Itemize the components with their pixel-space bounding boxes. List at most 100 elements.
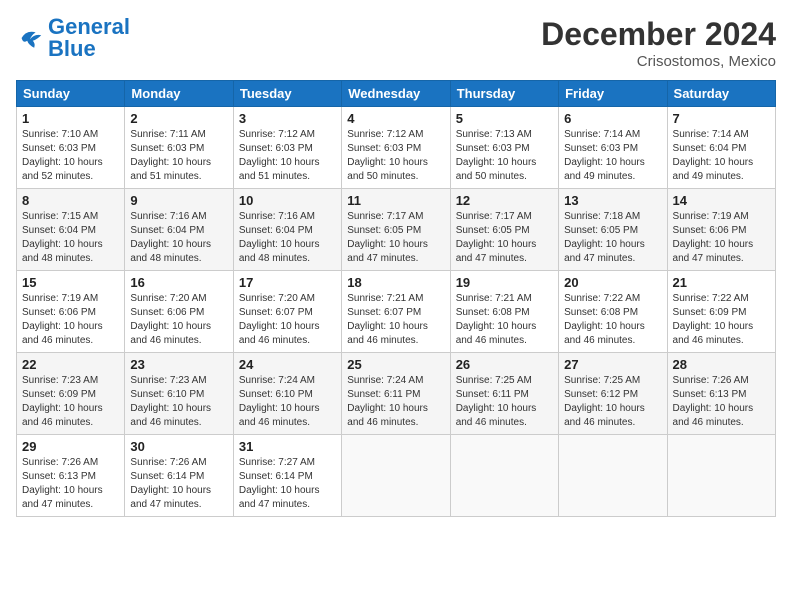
day-info: Sunrise: 7:16 AM Sunset: 6:04 PM Dayligh…: [239, 210, 336, 266]
day-info: Sunrise: 7:14 AM Sunset: 6:03 PM Dayligh…: [564, 128, 661, 184]
day-number: 4: [347, 111, 444, 126]
calendar-week-3: 15Sunrise: 7:19 AM Sunset: 6:06 PM Dayli…: [17, 271, 776, 353]
calendar-cell: 9 Sunrise: 7:16 AM Sunset: 6:04 PM Daylig…: [125, 189, 233, 271]
day-number: 14: [673, 193, 770, 208]
calendar-cell: 15Sunrise: 7:19 AM Sunset: 6:06 PM Dayli…: [17, 271, 125, 353]
calendar-cell: 21 Sunrise: 7:22 AM Sunset: 6:09 PM Dayli…: [667, 271, 775, 353]
header: GeneralBlue December 2024 Crisostomos, M…: [16, 16, 776, 70]
calendar-cell: 22Sunrise: 7:23 AM Sunset: 6:09 PM Dayli…: [17, 353, 125, 435]
calendar-cell: 10 Sunrise: 7:16 AM Sunset: 6:04 PM Dayli…: [233, 189, 341, 271]
weekday-header-thursday: Thursday: [450, 81, 558, 107]
day-number: 31: [239, 439, 336, 454]
weekday-header-tuesday: Tuesday: [233, 81, 341, 107]
calendar-cell: 20 Sunrise: 7:22 AM Sunset: 6:08 PM Dayli…: [559, 271, 667, 353]
calendar-cell: 8 Sunrise: 7:15 AM Sunset: 6:04 PM Daylig…: [17, 189, 125, 271]
calendar-week-2: 8 Sunrise: 7:15 AM Sunset: 6:04 PM Daylig…: [17, 189, 776, 271]
day-info: Sunrise: 7:25 AM Sunset: 6:11 PM Dayligh…: [456, 374, 553, 430]
calendar-week-5: 29 Sunrise: 7:26 AM Sunset: 6:13 PM Dayli…: [17, 435, 776, 517]
calendar-cell: 2 Sunrise: 7:11 AM Sunset: 6:03 PM Daylig…: [125, 107, 233, 189]
calendar-cell: 25 Sunrise: 7:24 AM Sunset: 6:11 PM Dayli…: [342, 353, 450, 435]
day-info: Sunrise: 7:22 AM Sunset: 6:09 PM Dayligh…: [673, 292, 770, 348]
title-block: December 2024 Crisostomos, Mexico: [541, 16, 776, 70]
calendar-cell: [667, 435, 775, 517]
calendar-table: SundayMondayTuesdayWednesdayThursdayFrid…: [16, 80, 776, 517]
weekday-header-wednesday: Wednesday: [342, 81, 450, 107]
day-number: 20: [564, 275, 661, 290]
day-info: Sunrise: 7:21 AM Sunset: 6:08 PM Dayligh…: [456, 292, 553, 348]
day-info: Sunrise: 7:20 AM Sunset: 6:06 PM Dayligh…: [130, 292, 227, 348]
day-info: Sunrise: 7:27 AM Sunset: 6:14 PM Dayligh…: [239, 456, 336, 512]
calendar-cell: [342, 435, 450, 517]
day-info: Sunrise: 7:24 AM Sunset: 6:10 PM Dayligh…: [239, 374, 336, 430]
weekday-header-friday: Friday: [559, 81, 667, 107]
calendar-cell: 14Sunrise: 7:19 AM Sunset: 6:06 PM Dayli…: [667, 189, 775, 271]
day-info: Sunrise: 7:22 AM Sunset: 6:08 PM Dayligh…: [564, 292, 661, 348]
calendar-cell: 5 Sunrise: 7:13 AM Sunset: 6:03 PM Daylig…: [450, 107, 558, 189]
day-number: 6: [564, 111, 661, 126]
month-title: December 2024: [541, 16, 776, 53]
day-info: Sunrise: 7:25 AM Sunset: 6:12 PM Dayligh…: [564, 374, 661, 430]
day-info: Sunrise: 7:11 AM Sunset: 6:03 PM Dayligh…: [130, 128, 227, 184]
day-info: Sunrise: 7:24 AM Sunset: 6:11 PM Dayligh…: [347, 374, 444, 430]
day-info: Sunrise: 7:14 AM Sunset: 6:04 PM Dayligh…: [673, 128, 770, 184]
calendar-cell: 3 Sunrise: 7:12 AM Sunset: 6:03 PM Daylig…: [233, 107, 341, 189]
day-number: 13: [564, 193, 661, 208]
day-number: 9: [130, 193, 227, 208]
day-number: 19: [456, 275, 553, 290]
day-number: 23: [130, 357, 227, 372]
day-number: 29: [22, 439, 119, 454]
day-number: 8: [22, 193, 119, 208]
day-info: Sunrise: 7:26 AM Sunset: 6:13 PM Dayligh…: [673, 374, 770, 430]
day-number: 27: [564, 357, 661, 372]
day-number: 3: [239, 111, 336, 126]
day-number: 26: [456, 357, 553, 372]
day-number: 2: [130, 111, 227, 126]
day-info: Sunrise: 7:13 AM Sunset: 6:03 PM Dayligh…: [456, 128, 553, 184]
day-number: 10: [239, 193, 336, 208]
calendar-cell: 12Sunrise: 7:17 AM Sunset: 6:05 PM Dayli…: [450, 189, 558, 271]
calendar-cell: 23Sunrise: 7:23 AM Sunset: 6:10 PM Dayli…: [125, 353, 233, 435]
day-info: Sunrise: 7:12 AM Sunset: 6:03 PM Dayligh…: [239, 128, 336, 184]
day-info: Sunrise: 7:17 AM Sunset: 6:05 PM Dayligh…: [456, 210, 553, 266]
day-info: Sunrise: 7:21 AM Sunset: 6:07 PM Dayligh…: [347, 292, 444, 348]
day-number: 25: [347, 357, 444, 372]
day-number: 17: [239, 275, 336, 290]
calendar-week-1: 1 Sunrise: 7:10 AM Sunset: 6:03 PM Daylig…: [17, 107, 776, 189]
day-number: 28: [673, 357, 770, 372]
calendar-cell: 24Sunrise: 7:24 AM Sunset: 6:10 PM Dayli…: [233, 353, 341, 435]
calendar-cell: [559, 435, 667, 517]
calendar-cell: 31 Sunrise: 7:27 AM Sunset: 6:14 PM Dayli…: [233, 435, 341, 517]
day-info: Sunrise: 7:16 AM Sunset: 6:04 PM Dayligh…: [130, 210, 227, 266]
calendar-cell: 30Sunrise: 7:26 AM Sunset: 6:14 PM Dayli…: [125, 435, 233, 517]
day-info: Sunrise: 7:17 AM Sunset: 6:05 PM Dayligh…: [347, 210, 444, 266]
calendar-container: GeneralBlue December 2024 Crisostomos, M…: [0, 0, 792, 525]
calendar-cell: 19 Sunrise: 7:21 AM Sunset: 6:08 PM Dayli…: [450, 271, 558, 353]
calendar-cell: 6 Sunrise: 7:14 AM Sunset: 6:03 PM Daylig…: [559, 107, 667, 189]
calendar-cell: 27 Sunrise: 7:25 AM Sunset: 6:12 PM Dayli…: [559, 353, 667, 435]
day-info: Sunrise: 7:20 AM Sunset: 6:07 PM Dayligh…: [239, 292, 336, 348]
day-info: Sunrise: 7:26 AM Sunset: 6:13 PM Dayligh…: [22, 456, 119, 512]
day-number: 7: [673, 111, 770, 126]
calendar-cell: 26 Sunrise: 7:25 AM Sunset: 6:11 PM Dayli…: [450, 353, 558, 435]
day-info: Sunrise: 7:18 AM Sunset: 6:05 PM Dayligh…: [564, 210, 661, 266]
logo-text: GeneralBlue: [48, 16, 130, 60]
day-info: Sunrise: 7:15 AM Sunset: 6:04 PM Dayligh…: [22, 210, 119, 266]
day-info: Sunrise: 7:10 AM Sunset: 6:03 PM Dayligh…: [22, 128, 119, 184]
calendar-cell: 28 Sunrise: 7:26 AM Sunset: 6:13 PM Dayli…: [667, 353, 775, 435]
calendar-cell: 13 Sunrise: 7:18 AM Sunset: 6:05 PM Dayli…: [559, 189, 667, 271]
day-number: 1: [22, 111, 119, 126]
day-number: 5: [456, 111, 553, 126]
logo: GeneralBlue: [16, 16, 130, 60]
calendar-cell: 29 Sunrise: 7:26 AM Sunset: 6:13 PM Dayli…: [17, 435, 125, 517]
day-number: 21: [673, 275, 770, 290]
weekday-header-row: SundayMondayTuesdayWednesdayThursdayFrid…: [17, 81, 776, 107]
calendar-cell: 16 Sunrise: 7:20 AM Sunset: 6:06 PM Dayli…: [125, 271, 233, 353]
day-number: 16: [130, 275, 227, 290]
day-number: 30: [130, 439, 227, 454]
weekday-header-saturday: Saturday: [667, 81, 775, 107]
day-number: 18: [347, 275, 444, 290]
calendar-week-4: 22Sunrise: 7:23 AM Sunset: 6:09 PM Dayli…: [17, 353, 776, 435]
calendar-cell: 17 Sunrise: 7:20 AM Sunset: 6:07 PM Dayli…: [233, 271, 341, 353]
location: Crisostomos, Mexico: [541, 53, 776, 70]
weekday-header-monday: Monday: [125, 81, 233, 107]
